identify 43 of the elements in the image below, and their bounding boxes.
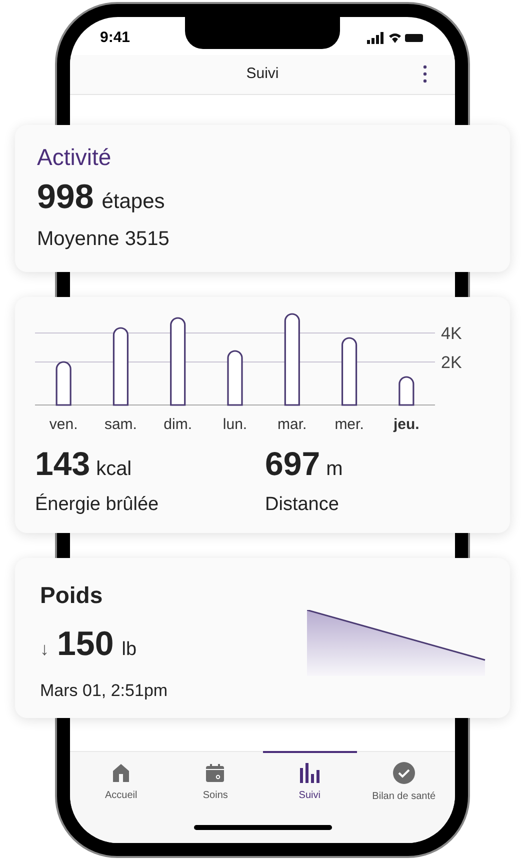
day-label: sam. [104, 416, 137, 433]
stat-value: 697 [265, 444, 320, 484]
nav-tab[interactable]: Soins [168, 751, 262, 813]
nav-tab[interactable]: Bilan de santé [356, 751, 451, 813]
tab-label: Bilan de santé [372, 790, 436, 804]
status-icons [367, 32, 425, 44]
check-circle-icon [392, 762, 415, 784]
steps-unit: étapes [102, 188, 165, 215]
bar-chart-icon [298, 763, 321, 783]
chart-bar [341, 337, 358, 406]
day-label: dim. [164, 416, 192, 433]
stat-unit: m [326, 457, 343, 482]
calendar-icon [205, 763, 226, 783]
weight-unit: lb [122, 638, 137, 662]
card-title: Poids [40, 581, 104, 610]
stat-label: Distance [265, 492, 340, 516]
weight-value: 150 [57, 624, 114, 664]
stat-label: Énergie brûlée [35, 492, 160, 516]
tab-label: Accueil [105, 789, 138, 803]
status-time: 9:41 [100, 28, 130, 48]
day-label: ven. [49, 416, 78, 433]
day-label: mar. [278, 416, 307, 433]
y-axis-label: 2K [441, 353, 462, 372]
day-label: lun. [222, 416, 248, 433]
average-text: Moyenne 3515 [37, 227, 170, 252]
stat-unit: kcal [96, 457, 132, 482]
day-label: jeu. [394, 416, 420, 433]
home-icon [111, 763, 132, 783]
more-icon[interactable] [423, 65, 427, 83]
day-label: mer. [334, 416, 364, 433]
nav-tab[interactable]: Accueil [74, 751, 168, 813]
card-title: Activité [37, 143, 112, 172]
stat-value: 143 [35, 444, 90, 484]
steps-value: 998 [37, 176, 94, 218]
screen-title: Suivi [246, 64, 279, 84]
chart-bar [398, 376, 414, 406]
tab-label: Suivi [298, 789, 320, 803]
chart-bar [56, 361, 72, 406]
y-axis-label: 4K [441, 324, 462, 343]
tab-label: Soins [202, 789, 228, 803]
trend-arrow: ↓ [40, 638, 49, 660]
chart-bar [227, 350, 243, 406]
weight-date: Mars 01, 2:51pm [40, 680, 169, 702]
